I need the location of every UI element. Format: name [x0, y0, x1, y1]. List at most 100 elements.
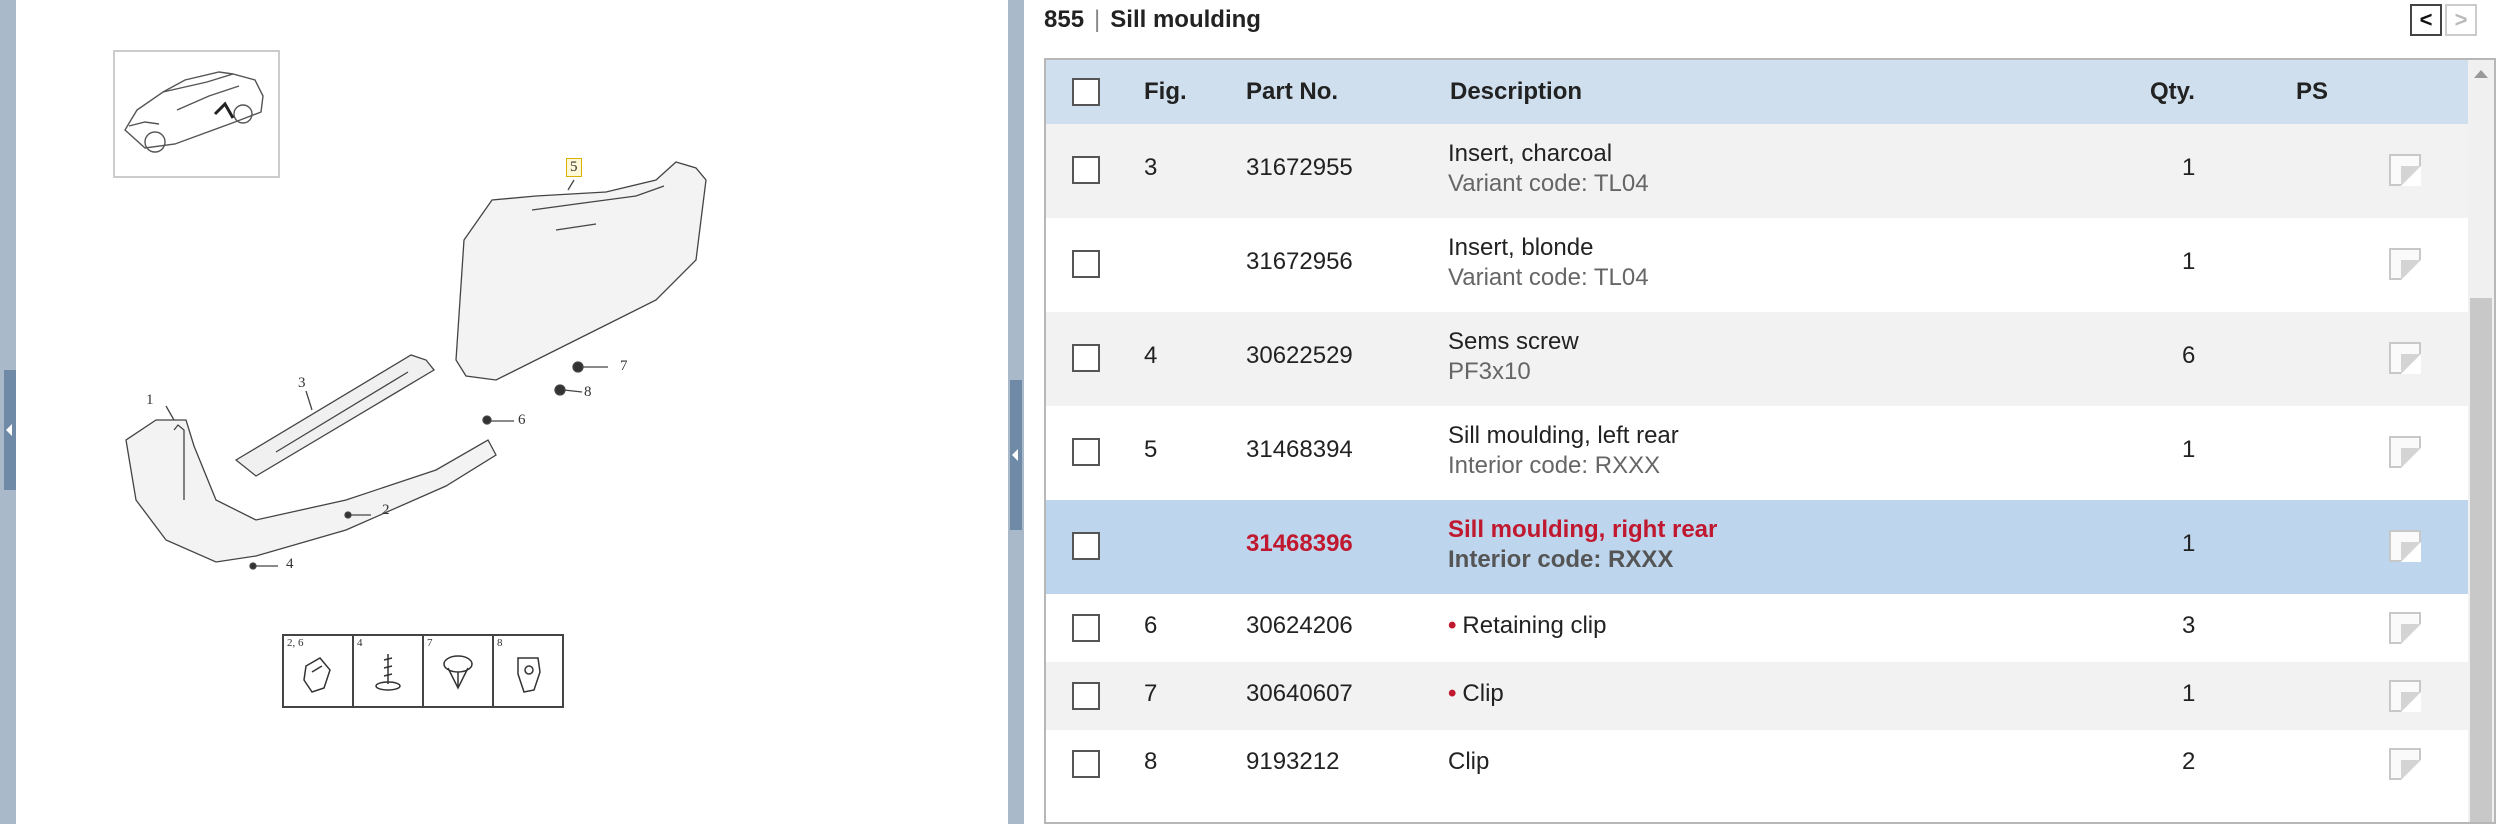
legend-label: 7	[427, 637, 433, 649]
vertical-scrollbar[interactable]	[2468, 60, 2494, 822]
callout-7[interactable]: 7	[620, 358, 628, 375]
scrollbar-thumb[interactable]	[2470, 298, 2492, 822]
row-checkbox[interactable]	[1072, 750, 1100, 778]
column-header-fig[interactable]: Fig.	[1144, 78, 1187, 106]
legend-label: 8	[497, 637, 503, 649]
group-number: 855	[1044, 6, 1085, 33]
row-part-no[interactable]: 31468394	[1246, 436, 1353, 464]
table-row[interactable]: 6 30624206 • Retaining clip 3	[1046, 594, 2470, 662]
row-description: Clip	[1448, 748, 1490, 775]
parts-table: Fig. Part No. Description Qty. PS 3 3167…	[1044, 58, 2496, 824]
callout-2[interactable]: 2	[382, 502, 390, 519]
row-description: Clip	[1462, 680, 1504, 707]
row-qty: 1	[2182, 154, 2196, 181]
table-row[interactable]: 5 31468394 Sill moulding, left rear Inte…	[1046, 406, 2470, 500]
title-separator: |	[1094, 6, 1101, 33]
row-checkbox[interactable]	[1072, 344, 1100, 372]
legend-cell-screw-4[interactable]: 4	[354, 636, 424, 706]
select-all-checkbox[interactable]	[1072, 78, 1100, 106]
row-part-no[interactable]: 31468396	[1246, 530, 1353, 558]
note-icon[interactable]	[2389, 248, 2421, 280]
pane-splitter[interactable]	[1008, 0, 1024, 824]
row-fig: 4	[1144, 342, 1158, 369]
legend-cell-clip-8[interactable]: 8	[494, 636, 562, 706]
screw-icon	[375, 654, 401, 691]
note-icon[interactable]	[2389, 342, 2421, 374]
row-fig: 6	[1144, 612, 1158, 639]
row-fig: 8	[1144, 748, 1158, 775]
table-row[interactable]: 3 31672955 Insert, charcoal Variant code…	[1046, 124, 2470, 218]
table-row[interactable]: 8 9193212 Clip 2	[1046, 730, 2470, 798]
row-description: Sems screw	[1448, 328, 1579, 355]
column-header-part-no[interactable]: Part No.	[1246, 78, 1338, 106]
collapse-left-handle[interactable]	[4, 370, 16, 490]
fastener-legend: 2, 6 4 7 8	[282, 634, 564, 708]
row-qty: 1	[2182, 436, 2196, 463]
table-row[interactable]: 7 30640607 • Clip 1	[1046, 662, 2470, 730]
legend-label: 2, 6	[287, 637, 304, 649]
bullet-marker: •	[1448, 612, 1457, 639]
row-qty: 1	[2182, 680, 2196, 707]
note-icon[interactable]	[2389, 530, 2421, 562]
row-qty: 1	[2182, 530, 2196, 557]
row-description: Insert, charcoal	[1448, 140, 1613, 167]
bullet-marker: •	[1448, 680, 1457, 707]
callout-5-highlighted[interactable]: 5	[566, 158, 582, 177]
row-part-no[interactable]: 9193212	[1246, 748, 1339, 776]
row-checkbox[interactable]	[1072, 250, 1100, 278]
table-row[interactable]: 4 30622529 Sems screw PF3x10 6	[1046, 312, 2470, 406]
parts-list-panel: 855 | Sill moulding < > Fig. Part No. Desc…	[1024, 0, 2500, 824]
note-icon[interactable]	[2389, 612, 2421, 644]
row-checkbox[interactable]	[1072, 614, 1100, 642]
chevron-left-icon[interactable]: <	[2410, 4, 2442, 36]
row-subtext: Variant code: TL04	[1448, 170, 1649, 197]
legend-cell-clip-7[interactable]: 7	[424, 636, 494, 706]
note-icon[interactable]	[2389, 680, 2421, 712]
table-row-selected[interactable]: 31468396 Sill moulding, right rear Inter…	[1046, 500, 2470, 594]
row-subtext: Interior code: RXXX	[1448, 452, 1661, 479]
sill-moulding-drawing	[125, 161, 707, 570]
row-subtext: Variant code: TL04	[1448, 264, 1649, 291]
row-description-wrap: • Clip	[1448, 680, 1504, 708]
callout-8[interactable]: 8	[584, 384, 592, 401]
column-header-ps[interactable]: PS	[2296, 78, 2328, 106]
callout-4[interactable]: 4	[286, 556, 294, 573]
callout-1[interactable]: 1	[146, 392, 154, 409]
row-part-no[interactable]: 30624206	[1246, 612, 1353, 640]
pagination-controls: < >	[2410, 4, 2477, 36]
table-row[interactable]: 31672956 Insert, blonde Variant code: TL…	[1046, 218, 2470, 312]
column-header-qty[interactable]: Qty.	[2150, 78, 2195, 106]
row-subtext: PF3x10	[1448, 358, 1531, 385]
row-description: Sill moulding, right rear	[1448, 516, 1718, 543]
row-qty: 6	[2182, 342, 2196, 369]
chevron-right-icon[interactable]: >	[2445, 4, 2477, 36]
callout-6[interactable]: 6	[518, 412, 526, 429]
row-qty: 1	[2182, 248, 2196, 275]
note-icon[interactable]	[2389, 154, 2421, 186]
row-description: Sill moulding, left rear	[1448, 422, 1679, 449]
note-icon[interactable]	[2389, 436, 2421, 468]
row-qty: 2	[2182, 748, 2196, 775]
row-part-no[interactable]: 31672955	[1246, 154, 1353, 182]
note-icon[interactable]	[2389, 748, 2421, 780]
row-part-no[interactable]: 30622529	[1246, 342, 1353, 370]
left-collapse-strip[interactable]	[0, 0, 16, 824]
row-checkbox[interactable]	[1072, 682, 1100, 710]
legend-label: 4	[357, 637, 363, 649]
splitter-collapse-handle[interactable]	[1010, 380, 1022, 530]
panel-title: 855 | Sill moulding	[1044, 6, 1261, 34]
row-fig: 7	[1144, 680, 1158, 707]
row-checkbox[interactable]	[1072, 532, 1100, 560]
row-fig: 5	[1144, 436, 1158, 463]
row-description: Insert, blonde	[1448, 234, 1594, 261]
scroll-up-arrow-icon[interactable]	[2474, 70, 2488, 78]
row-part-no[interactable]: 31672956	[1246, 248, 1353, 276]
column-header-description[interactable]: Description	[1450, 78, 1582, 106]
legend-cell-clip-2-6[interactable]: 2, 6	[284, 636, 354, 706]
callout-3[interactable]: 3	[298, 375, 306, 392]
row-checkbox[interactable]	[1072, 438, 1100, 466]
row-fig: 3	[1144, 154, 1158, 181]
row-description: Retaining clip	[1462, 612, 1607, 639]
row-part-no[interactable]: 30640607	[1246, 680, 1353, 708]
row-checkbox[interactable]	[1072, 156, 1100, 184]
